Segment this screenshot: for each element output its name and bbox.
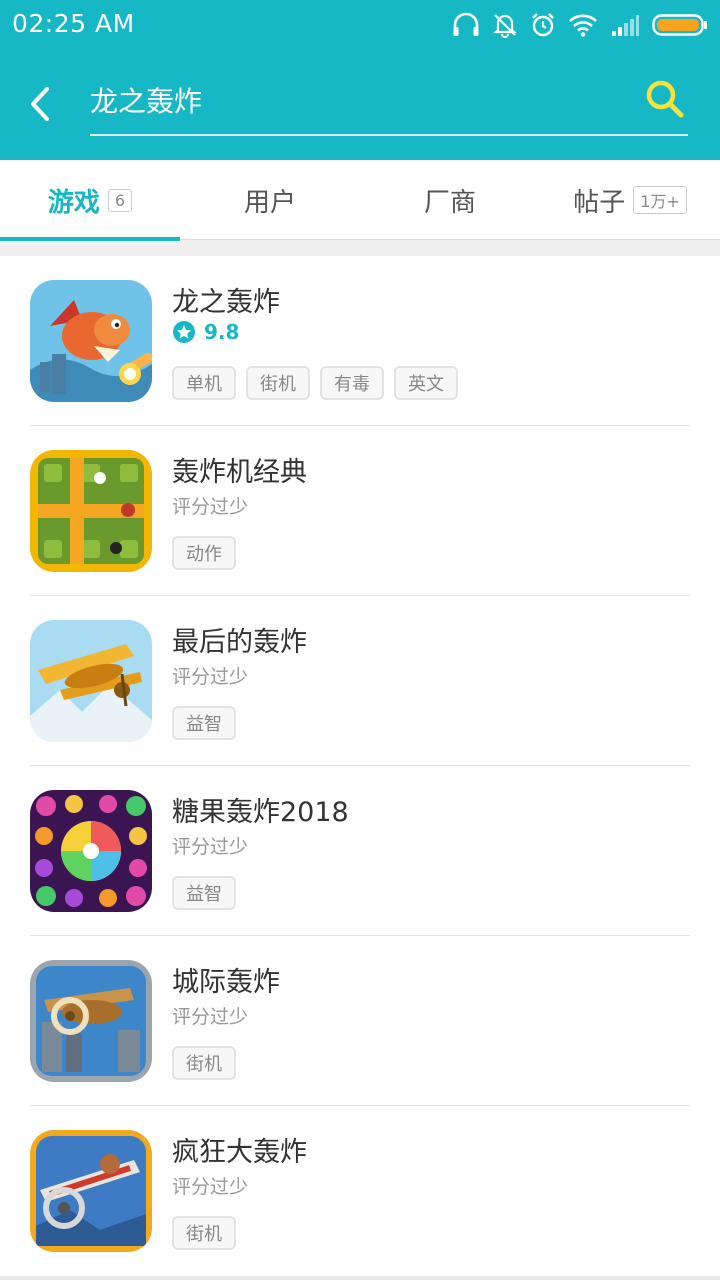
app-header: 02:25 AM 龙之轰炸 (0, 0, 720, 160)
battery-icon (652, 13, 708, 37)
search-input[interactable]: 龙之轰炸 (90, 74, 688, 136)
tag-chip[interactable]: 英文 (394, 366, 458, 400)
tag-list: 街机 (172, 1046, 236, 1080)
status-bar: 02:25 AM (0, 0, 720, 50)
game-icon-candy (30, 790, 152, 912)
game-icon-crazy-bomber (30, 1130, 152, 1252)
status-time: 02:25 AM (12, 9, 135, 38)
bottom-divider (0, 1276, 720, 1280)
rating-text: 评分过少 (172, 1006, 249, 1028)
tag-chip[interactable]: 益智 (172, 706, 236, 740)
alarm-icon (530, 12, 556, 38)
game-icon-city-bomber (30, 960, 152, 1082)
tag-chip[interactable]: 动作 (172, 536, 236, 570)
tab-users[interactable]: 用户 (180, 160, 360, 240)
tag-list: 动作 (172, 536, 236, 570)
game-icon-dragon (30, 280, 152, 402)
game-name: 龙之轰炸 (172, 287, 280, 318)
wifi-icon (568, 13, 598, 37)
list-item[interactable]: 龙之轰炸 9.8 单机 街机 有毒 英文 (30, 256, 690, 426)
tag-list: 单机 街机 有毒 英文 (172, 366, 458, 400)
star-badge-icon (173, 321, 195, 343)
game-result-list: 龙之轰炸 9.8 单机 街机 有毒 英文 轰炸机经典 评分过少 动作 最后的轰炸… (0, 256, 720, 1276)
tab-label: 用户 (243, 187, 296, 218)
game-name: 最后的轰炸 (172, 627, 307, 658)
tab-posts[interactable]: 帖子 1万+ (540, 160, 720, 240)
tab-count: 6 (107, 188, 133, 212)
tag-chip[interactable]: 益智 (172, 876, 236, 910)
game-name: 轰炸机经典 (172, 457, 307, 488)
tag-list: 益智 (172, 706, 236, 740)
tab-label: 帖子 (573, 187, 626, 218)
result-tabs: 游戏 6 用户 厂商 帖子 1万+ (0, 160, 720, 241)
game-name: 城际轰炸 (172, 967, 280, 998)
chevron-left-icon (31, 87, 49, 121)
search-button[interactable] (644, 78, 686, 120)
rating-text: 评分过少 (172, 666, 249, 688)
status-icons (452, 9, 708, 41)
list-item[interactable]: 最后的轰炸 评分过少 益智 (30, 596, 690, 766)
rating-text: 评分过少 (172, 836, 249, 858)
list-item[interactable]: 糖果轰炸2018 评分过少 益智 (30, 766, 690, 936)
tab-label: 厂商 (423, 187, 476, 218)
game-icon-plane (30, 620, 152, 742)
rating-text: 评分过少 (172, 1176, 249, 1198)
game-name: 疯狂大轰炸 (172, 1137, 307, 1168)
active-tab-indicator (0, 237, 180, 241)
signal-icon (610, 13, 640, 37)
tag-chip[interactable]: 单机 (172, 366, 236, 400)
tag-chip[interactable]: 街机 (246, 366, 310, 400)
list-item[interactable]: 轰炸机经典 评分过少 动作 (30, 426, 690, 596)
list-item[interactable]: 疯狂大轰炸 评分过少 街机 (30, 1106, 690, 1276)
tag-list: 益智 (172, 876, 236, 910)
game-icon-bomber (30, 450, 152, 572)
bell-off-icon (492, 12, 518, 38)
tab-vendors[interactable]: 厂商 (360, 160, 540, 240)
tab-label: 游戏 (47, 187, 100, 218)
search-query[interactable]: 龙之轰炸 (90, 80, 202, 120)
tag-chip[interactable]: 有毒 (320, 366, 384, 400)
tab-count: 1万+ (633, 186, 687, 214)
game-name: 糖果轰炸2018 (172, 797, 349, 828)
headphones-icon (452, 12, 480, 38)
tag-chip[interactable]: 街机 (172, 1046, 236, 1080)
rating-text: 评分过少 (172, 496, 249, 518)
list-item[interactable]: 城际轰炸 评分过少 街机 (30, 936, 690, 1106)
back-button[interactable] (22, 82, 58, 126)
tag-list: 街机 (172, 1216, 236, 1250)
tag-chip[interactable]: 街机 (172, 1216, 236, 1250)
rating-value: 9.8 (204, 320, 240, 344)
game-rating: 9.8 (172, 320, 239, 344)
tab-games[interactable]: 游戏 6 (0, 160, 180, 241)
search-icon (646, 80, 684, 118)
